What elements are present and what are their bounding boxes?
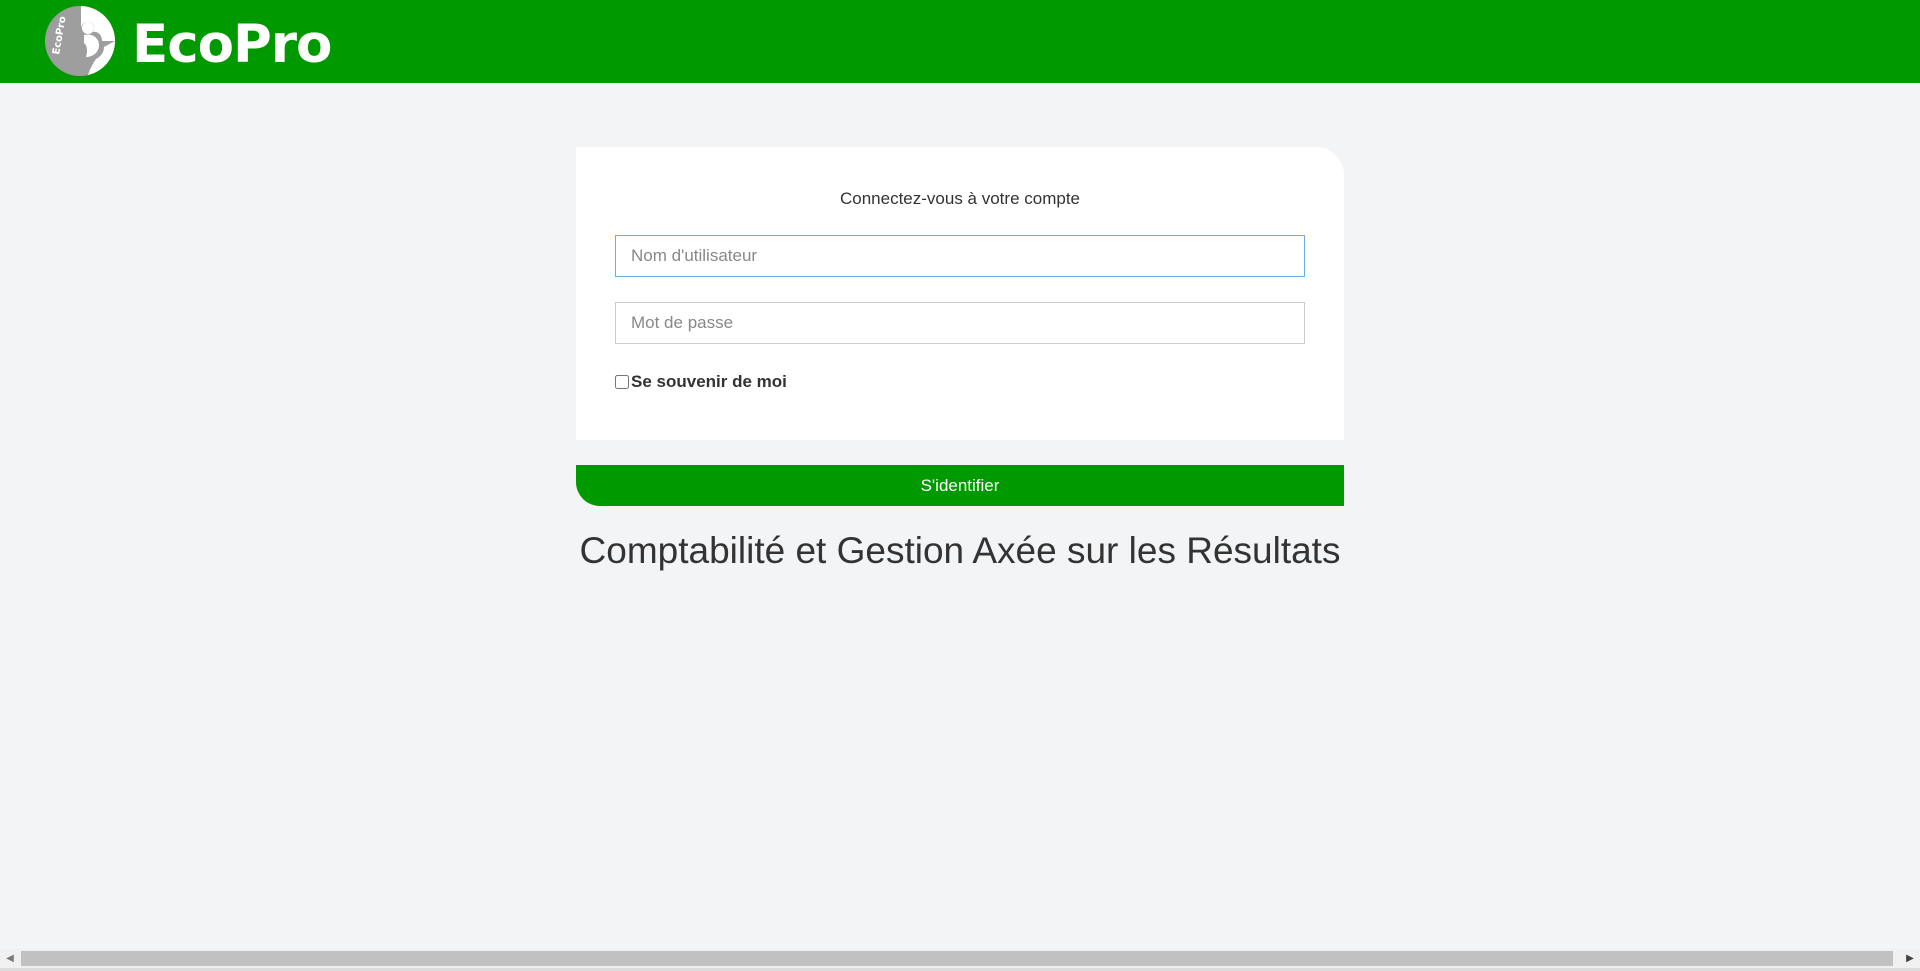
scrollbar-thumb[interactable] — [21, 951, 1893, 966]
remember-me[interactable]: Se souvenir de moi — [615, 371, 787, 393]
remember-me-checkbox[interactable] — [615, 375, 629, 389]
password-input[interactable] — [615, 302, 1305, 344]
login-heading: Connectez-vous à votre compte — [839, 189, 1080, 208]
brand-name: EcoPro — [132, 14, 332, 75]
arrow-right-icon[interactable]: ▶ — [1900, 949, 1920, 969]
username-input[interactable] — [615, 235, 1305, 277]
top-header: EcoPro EcoPro — [0, 0, 1920, 83]
login-button[interactable]: S'identifier — [576, 465, 1344, 506]
tagline: Comptabilité et Gestion Axée sur les Rés… — [579, 530, 1341, 571]
ecopro-logo-icon: EcoPro — [45, 6, 115, 76]
remember-me-label: Se souvenir de moi — [631, 372, 787, 391]
login-card: Connectez-vous à votre compte Se souveni… — [576, 147, 1344, 440]
horizontal-scrollbar[interactable]: ◀ ▶ — [0, 949, 1920, 971]
arrow-left-icon[interactable]: ◀ — [0, 949, 20, 969]
